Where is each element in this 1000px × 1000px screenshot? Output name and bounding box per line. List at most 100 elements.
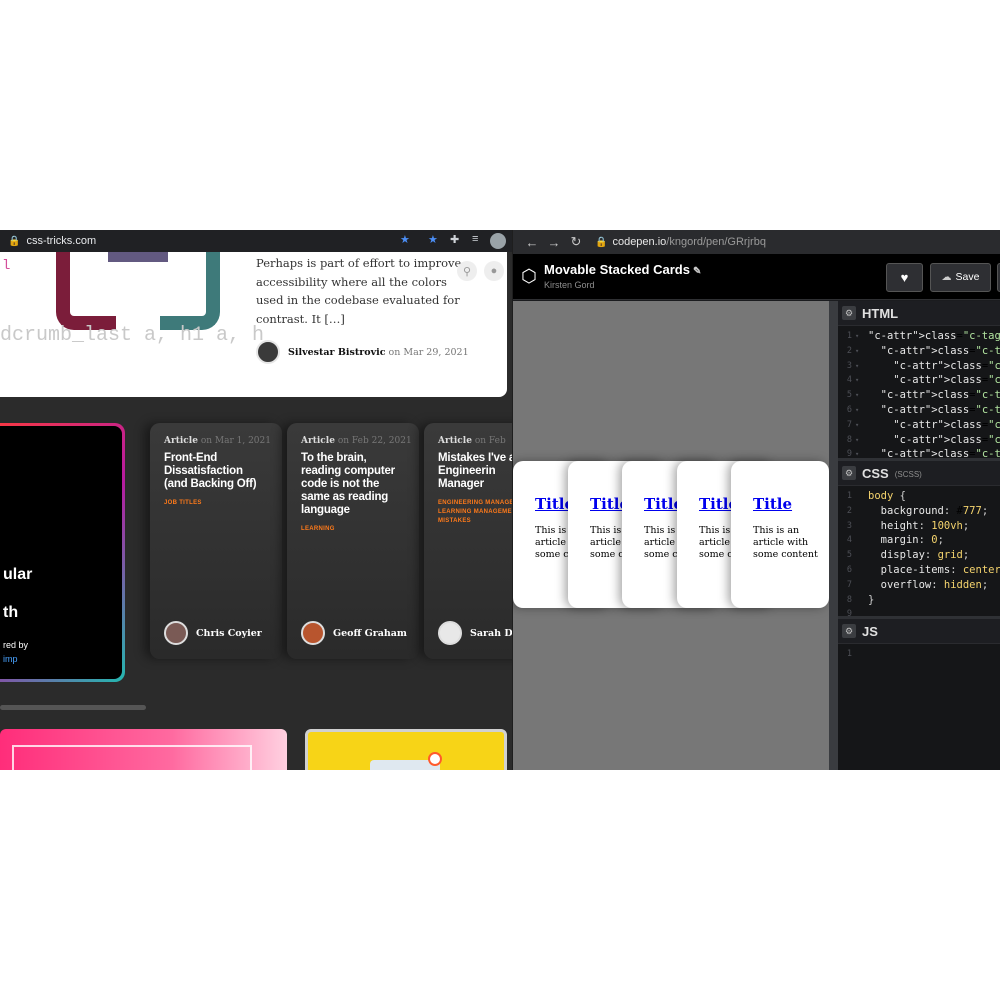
heart-button[interactable]: ♥ [886, 263, 923, 292]
pen-title[interactable]: Movable Stacked Cards ✎ [544, 262, 701, 277]
sponsor-link[interactable]: imp [3, 654, 18, 664]
code-line[interactable]: 1▾ "c-attr">class="c-tag"><div "c-attr">c… [838, 329, 1000, 344]
codepen-logo-icon[interactable]: ⬡ [518, 265, 540, 287]
save-button[interactable]: ☁ Save [930, 263, 991, 292]
article-meta: Article on Mar 1, 2021 [164, 436, 271, 446]
code-line[interactable]: 3▾ "c-attr">class="c-tag"><h2"c-attr">cl… [838, 359, 1000, 374]
code-line[interactable]: 9▾ "c-attr">class="c-tag"></div"c-attr">… [838, 447, 1000, 458]
author-avatar [438, 621, 462, 645]
css-tricks-window: 🔒 css-tricks.com ★ ★ ✚ ≡ l dcrumb_last a… [0, 230, 512, 770]
forward-arrow-icon[interactable]: → [543, 235, 565, 250]
edit-pencil-icon[interactable]: ✎ [693, 266, 701, 277]
code-line[interactable]: 6▾ "c-attr">class="c-tag"><div "c-attr">… [838, 403, 1000, 418]
card-title-link[interactable]: Title [753, 495, 829, 513]
code-text: height: 100vh; [880, 519, 970, 532]
horizontal-scrollbar[interactable] [0, 705, 146, 710]
extensions-puzzle-icon[interactable]: ✚ [450, 233, 459, 246]
address-url[interactable]: css-tricks.com [26, 235, 96, 247]
sponsored-title: th [3, 604, 19, 621]
user-icon[interactable]: ● [484, 261, 504, 281]
code-line[interactable]: 9 [838, 607, 1000, 616]
editor-label: HTML [862, 305, 899, 321]
article-title[interactable]: To the brain, reading computer code is n… [301, 452, 405, 517]
stacked-card[interactable]: Title This is an article with some conten… [731, 461, 829, 608]
article-card[interactable]: Article on Feb 22, 2021 To the brain, re… [287, 423, 419, 659]
code-line[interactable]: 8▾ "c-attr">class="c-tag"><p"c-attr">cla… [838, 433, 1000, 448]
line-number: 1 [846, 649, 852, 659]
logo-shape [108, 252, 168, 262]
profile-avatar[interactable] [490, 233, 506, 249]
article-title[interactable]: Mistakes I've an Engineerin Manager [438, 452, 512, 491]
article-author[interactable]: Chris Coyier [164, 621, 262, 645]
article-title[interactable]: Front-End Dissatisfaction (and Backing O… [164, 452, 268, 491]
fold-arrow-icon[interactable]: ▾ [855, 373, 859, 388]
article-card[interactable]: Article on Mar 1, 2021 Front-End Dissati… [150, 423, 282, 659]
preview-pane: Title This is an article with some conten… [513, 301, 829, 770]
article-tags[interactable]: JOB TITLES [164, 499, 268, 508]
code-line[interactable]: 5▾ "c-attr">class="c-tag"></div"c-attr">… [838, 388, 1000, 403]
gear-icon[interactable]: ⚙ [842, 306, 856, 320]
line-number: 1 [846, 331, 852, 341]
code-line[interactable]: 1 [838, 647, 1000, 662]
code-line[interactable]: 7 overflow: hidden; [838, 578, 1000, 593]
article-tags[interactable]: ENGINEERING MANAGEMENT LEARNING MANAGEME… [438, 499, 512, 526]
code-line[interactable]: 4▾ "c-attr">class="c-tag"><p"c-attr">cla… [838, 373, 1000, 388]
fold-arrow-icon[interactable]: ▾ [855, 403, 859, 418]
fold-arrow-icon[interactable]: ▾ [855, 329, 859, 344]
fold-arrow-icon[interactable]: ▾ [855, 433, 859, 448]
heart-icon: ♥ [900, 270, 909, 285]
card-body: This is an article with some content [753, 525, 818, 560]
pane-resize-handle[interactable] [829, 301, 838, 770]
line-number: 8 [846, 434, 852, 445]
fold-arrow-icon[interactable]: ▾ [855, 447, 859, 458]
pen-author[interactable]: Kirsten Gord [544, 280, 595, 290]
css-editor-header[interactable]: ⚙ CSS (SCSS) [838, 461, 1000, 486]
html-editor-header[interactable]: ⚙ HTML [838, 301, 1000, 326]
article-author[interactable]: Sarah D [438, 621, 512, 645]
js-code-editor[interactable]: 1 [838, 644, 1000, 770]
article-author[interactable]: Geoff Graham [301, 621, 407, 645]
editor-label: JS [862, 623, 878, 639]
code-line[interactable]: 6 place-items: center; [838, 563, 1000, 578]
gear-icon[interactable]: ⚙ [842, 466, 856, 480]
reload-icon[interactable]: ↻ [565, 234, 587, 250]
extension-star-icon[interactable]: ★ [428, 233, 438, 246]
code-line[interactable]: 2▾ "c-attr">class="c-tag"><div "c-attr">… [838, 344, 1000, 359]
js-editor-header[interactable]: ⚙ JS [838, 619, 1000, 644]
bookmark-star-icon[interactable]: ★ [400, 233, 410, 246]
code-line[interactable]: 3 height: 100vh; [838, 519, 1000, 534]
reading-list-icon[interactable]: ≡ [472, 233, 478, 245]
code-line[interactable]: 7▾ "c-attr">class="c-tag"><h2"c-attr">cl… [838, 418, 1000, 433]
fold-arrow-icon[interactable]: ▾ [855, 359, 859, 374]
sponsored-card[interactable]: ular th red by imp [0, 423, 125, 682]
author-name[interactable]: Silvestar Bistrovic [288, 347, 385, 358]
lock-icon: 🔒 [8, 235, 21, 247]
fold-arrow-icon[interactable]: ▾ [855, 418, 859, 433]
featured-article-hero[interactable]: l dcrumb_last a, h1 a, h Perhaps is part… [0, 252, 507, 397]
author-avatar[interactable] [256, 340, 280, 364]
code-line[interactable]: 5 display: grid; [838, 548, 1000, 563]
address-url[interactable]: codepen.io/kngord/pen/GRrjrbq [612, 236, 766, 248]
back-arrow-icon[interactable]: ← [521, 235, 543, 250]
address-bar[interactable]: 🔒 css-tricks.com ★ ★ ✚ ≡ [0, 230, 512, 252]
logo-shape [56, 252, 116, 330]
fold-arrow-icon[interactable]: ▾ [855, 388, 859, 403]
css-code-editor[interactable]: 1 body {2 background: #777; 3 height: 100v… [838, 486, 1000, 616]
code-line[interactable]: 4 margin: 0; [838, 533, 1000, 548]
code-line[interactable]: 1 body { [838, 489, 1000, 504]
article-tags[interactable]: LEARNING [301, 525, 405, 534]
code-text: } [868, 593, 875, 606]
article-card[interactable]: Article on Feb Mistakes I've an Engineer… [424, 423, 512, 659]
article-excerpt: Perhaps is part of effort to improve acc… [256, 256, 462, 326]
code-line[interactable]: 2 background: #777; [838, 504, 1000, 519]
article-thumbnail[interactable] [0, 729, 287, 770]
fold-arrow-icon[interactable]: ▾ [855, 344, 859, 359]
code-text: "c-attr">class="c-tag"><p"c-attr">class=… [893, 433, 1000, 446]
line-number: 9 [846, 449, 852, 458]
article-thumbnail[interactable] [305, 729, 507, 770]
search-icon[interactable]: ⚲ [457, 261, 477, 281]
gear-icon[interactable]: ⚙ [842, 624, 856, 638]
date-prefix: on [388, 346, 401, 358]
html-code-editor[interactable]: 1▾"c-attr">class="c-tag"><div "c-attr">c… [838, 326, 1000, 458]
code-line[interactable]: 8} [838, 593, 1000, 608]
